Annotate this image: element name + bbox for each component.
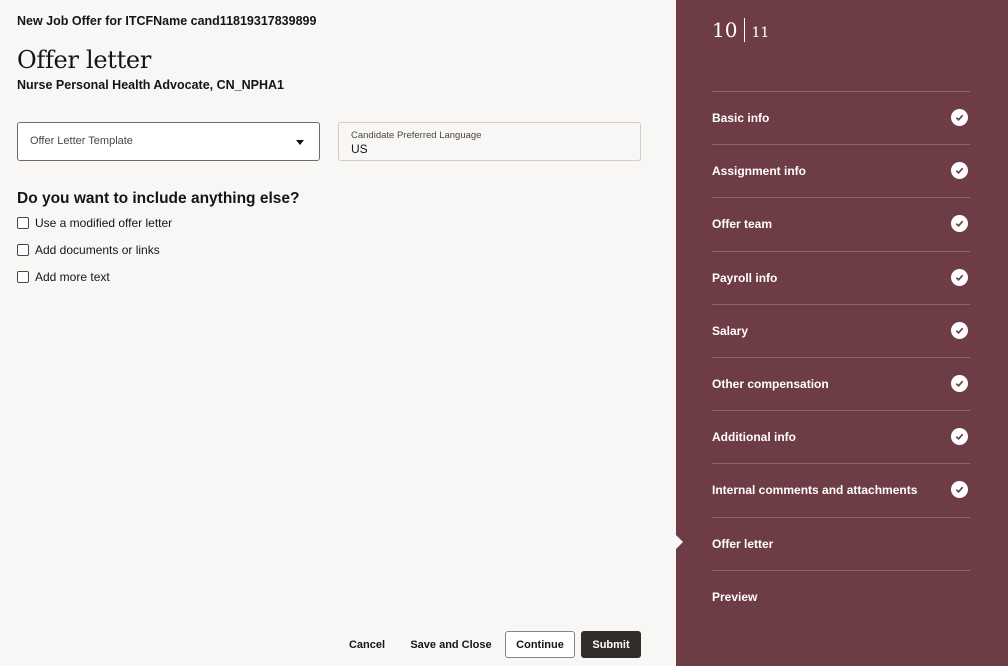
step-salary[interactable]: Salary: [712, 303, 970, 357]
chevron-down-icon: [296, 140, 304, 145]
step-counter: 10 11: [712, 18, 769, 42]
candidate-language-label: Candidate Preferred Language: [351, 130, 482, 141]
offer-letter-template-placeholder: Offer Letter Template: [30, 135, 133, 147]
main-panel: New Job Offer for ITCFName cand118193178…: [0, 0, 676, 666]
divider: [744, 18, 746, 42]
step-label: Assignment info: [712, 164, 807, 179]
progress-sidebar: 10 11 Basic info Assignment info Offer t…: [676, 0, 1008, 666]
offer-letter-template-select[interactable]: Offer Letter Template: [17, 122, 320, 161]
modified-offer-letter-option[interactable]: Use a modified offer letter: [17, 215, 172, 231]
continue-button[interactable]: Continue: [505, 631, 575, 658]
step-label: Internal comments and attachments: [712, 483, 918, 498]
include-question: Do you want to include anything else?: [17, 190, 300, 207]
checkbox-label: Add documents or links: [35, 243, 160, 257]
check-circle-icon: [951, 321, 968, 339]
submit-button[interactable]: Submit: [581, 631, 641, 658]
candidate-language-value: US: [351, 142, 368, 156]
total-steps-number: 11: [751, 25, 770, 41]
step-basic-info[interactable]: Basic info: [712, 91, 970, 144]
page-context-title: New Job Offer for ITCFName cand118193178…: [17, 14, 317, 28]
step-label: Preview: [712, 589, 758, 604]
step-label: Basic info: [712, 111, 770, 125]
job-subtitle: Nurse Personal Health Advocate, CN_NPHA1: [17, 78, 284, 92]
step-other-compensation[interactable]: Other compensation: [712, 356, 970, 410]
step-label: Offer team: [712, 217, 773, 232]
checkbox[interactable]: [17, 244, 29, 256]
step-list: Basic info Assignment info Offer team Pa…: [712, 91, 970, 621]
step-internal-comments[interactable]: Internal comments and attachments: [712, 463, 970, 516]
step-label: Salary: [712, 323, 749, 338]
step-label: Additional info: [712, 430, 796, 445]
current-step-number: 10: [712, 18, 738, 42]
check-circle-icon: [951, 162, 968, 180]
checkbox[interactable]: [17, 271, 29, 283]
check-circle-icon: [951, 215, 968, 233]
step-offer-team[interactable]: Offer team: [712, 197, 970, 250]
step-payroll-info[interactable]: Payroll info: [712, 250, 970, 304]
add-more-text-option[interactable]: Add more text: [17, 269, 110, 285]
checkbox-label: Use a modified offer letter: [35, 216, 173, 230]
current-step-pointer: [676, 535, 683, 549]
step-label: Other compensation: [712, 376, 829, 391]
check-circle-icon: [951, 428, 968, 446]
check-circle-icon: [951, 481, 968, 499]
candidate-language-field: Candidate Preferred Language US: [338, 122, 641, 161]
step-additional-info[interactable]: Additional info: [712, 410, 970, 463]
step-label: Payroll info: [712, 270, 778, 285]
checkbox-label: Add more text: [35, 270, 110, 284]
page-title: Offer letter: [17, 46, 151, 74]
check-circle-icon: [951, 268, 968, 286]
step-label: Offer letter: [712, 536, 774, 551]
check-circle-icon: [951, 374, 968, 392]
step-preview[interactable]: Preview: [712, 569, 970, 621]
save-and-close-button[interactable]: Save and Close: [408, 631, 494, 658]
step-assignment-info[interactable]: Assignment info: [712, 144, 970, 197]
cancel-button[interactable]: Cancel: [343, 631, 391, 658]
check-circle-icon: [951, 109, 968, 126]
add-documents-option[interactable]: Add documents or links: [17, 242, 160, 258]
step-offer-letter[interactable]: Offer letter: [712, 516, 970, 570]
checkbox[interactable]: [17, 217, 29, 229]
